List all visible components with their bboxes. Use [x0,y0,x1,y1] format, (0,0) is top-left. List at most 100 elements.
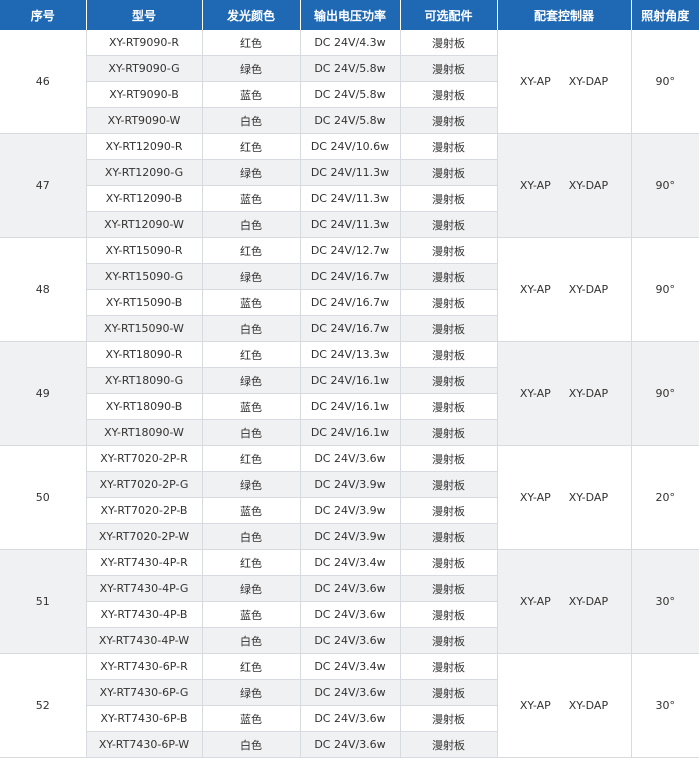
accessory-cell: 漫射板 [400,341,498,368]
color-cell: 蓝色 [202,185,301,212]
table-row: 46 XY-RT9090-R 红色 DC 24V/4.3w 漫射板 XY-AP XY-DAP… [0,30,699,134]
table-row: 52 XY-RT7430-6P-R 红色 DC 24V/3.4w 漫射板 XY-AP XY-… [0,653,699,758]
color-cell: 绿色 [202,263,301,290]
accessory-cell: 漫射板 [400,653,498,680]
controller-name: XY-AP [519,179,551,192]
angle-cell: 90° [631,133,699,238]
accessory-cell: 漫射板 [400,30,498,56]
accessory-cell: 漫射板 [400,601,498,628]
power-cell: DC 24V/16.1w [300,419,401,446]
controller-name: XY-AP [519,491,551,504]
color-cell: 白色 [202,731,301,758]
power-cell: DC 24V/3.6w [300,575,401,602]
power-cell: DC 24V/5.8w [300,81,401,108]
model-cell: XY-RT12090-G [86,159,203,186]
color-cell: 红色 [202,653,301,680]
seq-cell: 48 [0,237,87,342]
header-row: 序号 型号 发光颜色 输出电压功率 可选配件 配套控制器 照射角度 [0,0,699,30]
table-row: 50 XY-RT7020-2P-R 红色 DC 24V/3.6w 漫射板 XY-AP XY-… [0,445,699,550]
controller-name: XY-DAP [568,387,609,400]
controller-name: XY-DAP [568,491,609,504]
seq-cell: 46 [0,30,87,134]
seq-cell: 49 [0,341,87,446]
model-cell: XY-RT12090-W [86,211,203,238]
angle-cell: 20° [631,445,699,550]
model-cell: XY-RT7020-2P-R [86,445,203,472]
model-cell: XY-RT7430-4P-R [86,549,203,576]
controller-cell: XY-AP XY-DAP [497,445,632,550]
color-cell: 白色 [202,627,301,654]
accessory-cell: 漫射板 [400,445,498,472]
controller-cell: XY-AP XY-DAP [497,237,632,342]
color-cell: 绿色 [202,367,301,394]
controller-cell: XY-AP XY-DAP [497,30,632,134]
accessory-cell: 漫射板 [400,627,498,654]
model-cell: XY-RT7430-4P-B [86,601,203,628]
model-cell: XY-RT12090-R [86,133,203,160]
product-spec-table: 序号 型号 发光颜色 输出电压功率 可选配件 配套控制器 照射角度 46 XY-R… [0,0,699,758]
accessory-cell: 漫射板 [400,731,498,758]
seq-cell: 52 [0,653,87,758]
table-row: 49 XY-RT18090-R 红色 DC 24V/13.3w 漫射板 XY-AP XY-D… [0,341,699,446]
controller-name: XY-AP [519,387,551,400]
accessory-cell: 漫射板 [400,419,498,446]
model-cell: XY-RT9090-R [86,30,203,56]
accessory-cell: 漫射板 [400,289,498,316]
power-cell: DC 24V/10.6w [300,133,401,160]
model-cell: XY-RT15090-W [86,315,203,342]
color-cell: 白色 [202,315,301,342]
angle-cell: 30° [631,653,699,758]
color-cell: 蓝色 [202,81,301,108]
accessory-cell: 漫射板 [400,211,498,238]
accessory-cell: 漫射板 [400,133,498,160]
accessory-cell: 漫射板 [400,523,498,550]
controller-cell: XY-AP XY-DAP [497,549,632,654]
table-row: 51 XY-RT7430-4P-R 红色 DC 24V/3.4w 漫射板 XY-AP XY-… [0,549,699,654]
controller-name: XY-DAP [568,699,609,712]
power-cell: DC 24V/3.9w [300,471,401,498]
power-cell: DC 24V/5.8w [300,55,401,82]
header-controller: 配套控制器 [497,0,632,30]
angle-cell: 90° [631,30,699,134]
seq-cell: 51 [0,549,87,654]
power-cell: DC 24V/11.3w [300,185,401,212]
model-cell: XY-RT7430-6P-B [86,705,203,732]
header-angle: 照射角度 [631,0,699,30]
seq-cell: 47 [0,133,87,238]
power-cell: DC 24V/16.1w [300,367,401,394]
header-accessory: 可选配件 [400,0,498,30]
color-cell: 白色 [202,419,301,446]
accessory-cell: 漫射板 [400,185,498,212]
angle-cell: 30° [631,549,699,654]
accessory-cell: 漫射板 [400,315,498,342]
power-cell: DC 24V/3.6w [300,679,401,706]
model-cell: XY-RT9090-W [86,107,203,134]
color-cell: 绿色 [202,159,301,186]
header-color: 发光颜色 [202,0,301,30]
header-model: 型号 [86,0,203,30]
accessory-cell: 漫射板 [400,159,498,186]
power-cell: DC 24V/11.3w [300,211,401,238]
accessory-cell: 漫射板 [400,679,498,706]
accessory-cell: 漫射板 [400,263,498,290]
model-cell: XY-RT18090-G [86,367,203,394]
color-cell: 绿色 [202,55,301,82]
controller-name: XY-DAP [568,75,609,88]
model-cell: XY-RT12090-B [86,185,203,212]
accessory-cell: 漫射板 [400,575,498,602]
controller-name: XY-AP [519,595,551,608]
seq-cell: 50 [0,445,87,550]
power-cell: DC 24V/3.6w [300,705,401,732]
controller-name: XY-DAP [568,283,609,296]
controller-cell: XY-AP XY-DAP [497,341,632,446]
power-cell: DC 24V/16.7w [300,263,401,290]
controller-name: XY-AP [519,75,551,88]
power-cell: DC 24V/3.4w [300,653,401,680]
model-cell: XY-RT7020-2P-B [86,497,203,524]
power-cell: DC 24V/11.3w [300,159,401,186]
accessory-cell: 漫射板 [400,237,498,264]
table-row: 47 XY-RT12090-R 红色 DC 24V/10.6w 漫射板 XY-AP XY-D… [0,133,699,238]
model-cell: XY-RT7430-4P-W [86,627,203,654]
model-cell: XY-RT15090-G [86,263,203,290]
color-cell: 蓝色 [202,601,301,628]
